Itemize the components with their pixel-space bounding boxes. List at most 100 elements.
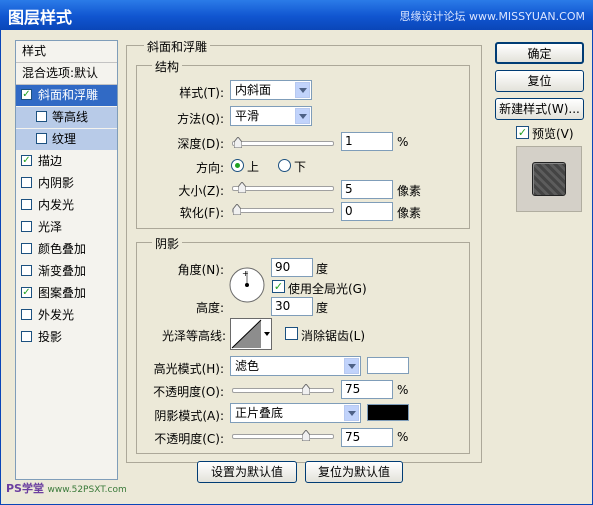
- shading-title: 阴影: [152, 235, 183, 252]
- style-list-item[interactable]: 混合选项:默认: [16, 63, 117, 85]
- style-list-item[interactable]: 光泽: [16, 217, 117, 238]
- style-list-item[interactable]: ✓ 描边: [16, 151, 117, 172]
- depth-label: 深度(D):: [177, 137, 224, 151]
- size-label: 大小(Z):: [178, 184, 224, 198]
- style-list-label: 等高线: [52, 110, 89, 124]
- style-list-item[interactable]: ✓ 图案叠加: [16, 283, 117, 304]
- altitude-label: 高度:: [195, 301, 224, 315]
- style-checkbox[interactable]: [21, 309, 32, 320]
- angle-input[interactable]: 90: [271, 258, 313, 277]
- highlight-mode-select[interactable]: 滤色: [230, 356, 361, 376]
- style-list-label: 混合选项:默认: [22, 66, 99, 80]
- altitude-input[interactable]: 30: [271, 297, 313, 316]
- structure-title: 结构: [152, 58, 183, 75]
- shadow-opacity-input[interactable]: 75: [341, 428, 393, 447]
- shadow-mode-label: 阴影模式(A):: [154, 409, 224, 423]
- highlight-mode-label: 高光模式(H):: [153, 362, 224, 376]
- direction-down-label[interactable]: 下: [294, 158, 306, 175]
- style-checkbox[interactable]: [21, 243, 32, 254]
- contour-linear-icon: [231, 319, 262, 349]
- gloss-contour-picker[interactable]: [230, 318, 272, 350]
- technique-select[interactable]: 平滑: [230, 106, 312, 126]
- global-light-label[interactable]: 使用全局光(G): [288, 280, 367, 297]
- style-list-item[interactable]: 外发光: [16, 305, 117, 326]
- size-slider[interactable]: [232, 182, 334, 193]
- footer-brand: PS学堂 www.52PSXT.com: [6, 480, 146, 500]
- highlight-opacity-label: 不透明度(O):: [153, 385, 224, 399]
- style-list-item[interactable]: 样式: [16, 41, 117, 63]
- preview-label[interactable]: 预览(V): [532, 125, 574, 142]
- depth-slider[interactable]: [232, 137, 334, 148]
- style-list-item[interactable]: ✓ 斜面和浮雕: [16, 85, 117, 106]
- style-list-label: 颜色叠加: [38, 242, 87, 256]
- chevron-down-icon[interactable]: [264, 332, 270, 336]
- slider-thumb[interactable]: [302, 430, 310, 441]
- antialias-checkbox[interactable]: [285, 327, 298, 340]
- style-checkbox[interactable]: ✓: [21, 287, 32, 298]
- slider-thumb[interactable]: [233, 204, 241, 215]
- highlight-opacity-input[interactable]: 75: [341, 380, 393, 399]
- ok-button[interactable]: 确定: [495, 42, 584, 64]
- style-checkbox[interactable]: ✓: [21, 89, 32, 100]
- depth-input[interactable]: 1: [341, 132, 393, 151]
- reset-default-button[interactable]: 复位为默认值: [305, 461, 403, 483]
- highlight-opacity-slider[interactable]: [232, 384, 334, 395]
- style-checkbox[interactable]: [21, 177, 32, 188]
- style-list-item[interactable]: 投影: [16, 327, 117, 348]
- global-light-checkbox[interactable]: ✓: [272, 280, 285, 293]
- style-list-label: 渐变叠加: [38, 264, 87, 278]
- shadow-mode-value: 正片叠底: [235, 406, 284, 420]
- style-list-item[interactable]: 纹理: [16, 129, 117, 150]
- style-checkbox[interactable]: [36, 111, 47, 122]
- chevron-down-icon[interactable]: [295, 108, 310, 124]
- chevron-down-icon[interactable]: [344, 358, 359, 374]
- direction-up-radio[interactable]: [231, 159, 244, 172]
- style-list-item[interactable]: 渐变叠加: [16, 261, 117, 282]
- style-list-item[interactable]: 等高线: [16, 107, 117, 128]
- watermark-text: 思缘设计论坛 www.MISSYUAN.COM: [399, 10, 585, 23]
- direction-down-radio[interactable]: [278, 159, 291, 172]
- altitude-unit: 度: [316, 301, 329, 315]
- direction-up-label[interactable]: 上: [247, 158, 259, 175]
- style-checkbox[interactable]: [21, 265, 32, 276]
- style-list-label: 样式: [22, 44, 47, 58]
- reset-button[interactable]: 复位: [495, 70, 584, 92]
- svg-text:+: +: [242, 269, 249, 278]
- style-checkbox[interactable]: ✓: [21, 155, 32, 166]
- shadow-color-swatch[interactable]: [367, 404, 409, 421]
- style-checkbox[interactable]: [21, 331, 32, 342]
- angle-unit: 度: [316, 262, 329, 276]
- soften-slider[interactable]: [232, 204, 334, 215]
- style-list-item[interactable]: 颜色叠加: [16, 239, 117, 260]
- style-list-label: 外发光: [38, 308, 75, 322]
- size-input[interactable]: 5: [341, 180, 393, 199]
- slider-thumb[interactable]: [302, 384, 310, 395]
- style-list-item[interactable]: 内阴影: [16, 173, 117, 194]
- chevron-down-icon[interactable]: [295, 82, 310, 98]
- style-list-label: 内发光: [38, 198, 75, 212]
- chevron-down-icon[interactable]: [344, 405, 359, 421]
- new-style-button[interactable]: 新建样式(W)...: [495, 98, 584, 120]
- technique-select-value: 平滑: [235, 109, 260, 123]
- soften-unit: 像素: [397, 206, 422, 220]
- angle-dial[interactable]: +: [229, 267, 265, 303]
- style-list-item[interactable]: 内发光: [16, 195, 117, 216]
- antialias-label[interactable]: 消除锯齿(L): [301, 327, 365, 344]
- preview-thumbnail: [516, 146, 582, 212]
- highlight-color-swatch[interactable]: [367, 357, 409, 374]
- preview-checkbox[interactable]: ✓: [516, 126, 529, 139]
- slider-thumb[interactable]: [233, 137, 242, 148]
- shadow-opacity-slider[interactable]: [232, 430, 334, 441]
- soften-input[interactable]: 0: [341, 202, 393, 221]
- style-checkbox[interactable]: [21, 199, 32, 210]
- style-list-label: 投影: [38, 330, 63, 344]
- make-default-button[interactable]: 设置为默认值: [197, 461, 297, 483]
- style-checkbox[interactable]: [36, 133, 47, 144]
- style-select[interactable]: 内斜面: [230, 80, 312, 100]
- style-list-label: 图案叠加: [38, 286, 87, 300]
- style-checkbox[interactable]: [21, 221, 32, 232]
- depth-unit: %: [397, 135, 409, 149]
- slider-thumb[interactable]: [237, 182, 246, 193]
- style-list-label: 斜面和浮雕: [38, 88, 99, 102]
- shadow-mode-select[interactable]: 正片叠底: [230, 403, 361, 423]
